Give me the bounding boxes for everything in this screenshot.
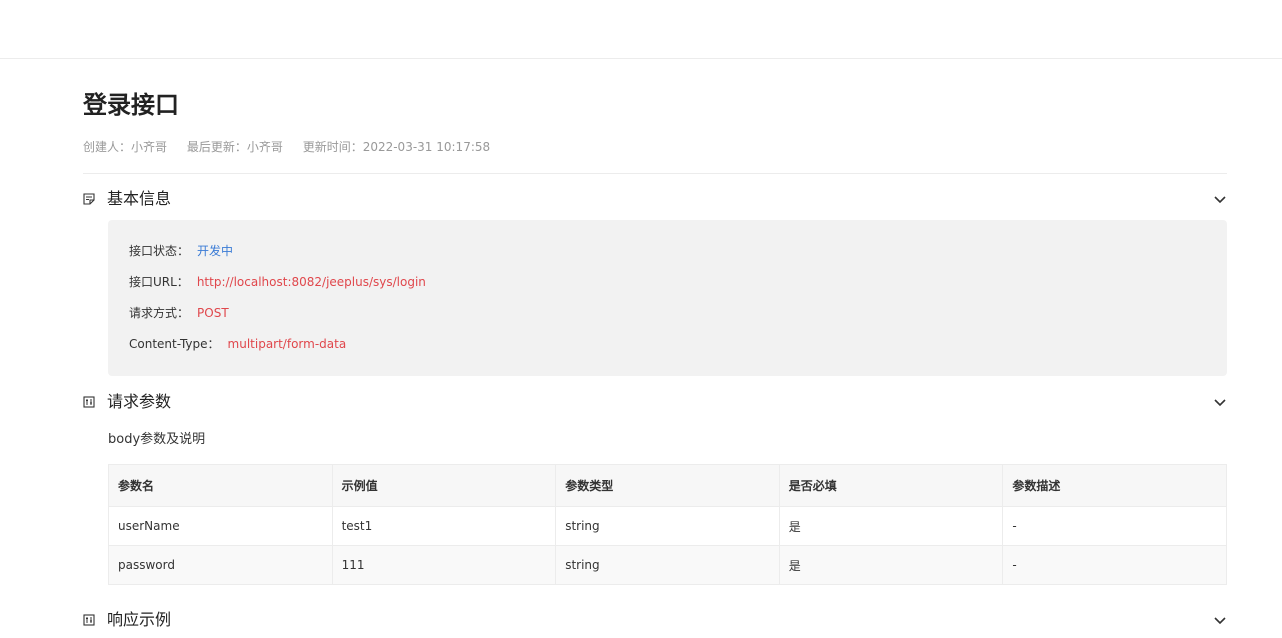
url-value: http://localhost:8082/jeeplus/sys/login — [196, 275, 426, 289]
updated-time-text: 更新时间：2022-03-31 10:17:58 — [302, 140, 491, 154]
info-label: 请求方式： — [129, 306, 190, 320]
info-label: Content-Type： — [129, 337, 220, 351]
note-icon — [83, 193, 95, 205]
table-cell: - — [1002, 545, 1227, 585]
column-header: 示例值 — [331, 464, 557, 507]
info-label: 接口状态： — [129, 244, 190, 258]
section-header-basic[interactable]: 基本信息 — [83, 187, 1227, 211]
section-header-response[interactable]: 响应示例 — [83, 608, 1227, 632]
table-cell: 是 — [778, 545, 1004, 585]
params-icon — [83, 396, 95, 408]
column-header: 是否必填 — [778, 464, 1004, 507]
table-row: userName test1 string 是 - — [108, 506, 1227, 546]
table-cell: password — [108, 545, 333, 585]
table-cell: - — [1002, 506, 1227, 546]
table-cell: test1 — [331, 506, 557, 546]
table-cell: string — [555, 506, 780, 546]
params-icon — [83, 614, 95, 626]
info-row-content-type: Content-Type： multipart/form-data — [129, 335, 346, 353]
info-row-method: 请求方式： POST — [129, 304, 229, 322]
basic-info-panel: 接口状态： 开发中 接口URL： http://localhost:8082/jee… — [108, 220, 1227, 376]
info-row-status: 接口状态： 开发中 — [129, 242, 233, 260]
section-title-response: 响应示例 — [107, 610, 172, 629]
column-header: 参数描述 — [1002, 464, 1227, 507]
chevron-down-icon[interactable] — [1213, 395, 1227, 409]
table-row: password 111 string 是 - — [108, 545, 1227, 585]
method-value: POST — [197, 306, 229, 320]
section-title-request: 请求参数 — [107, 392, 172, 411]
top-bar — [0, 0, 1282, 59]
info-label: 接口URL： — [129, 275, 189, 289]
table-cell: 111 — [331, 545, 557, 585]
creator-text: 创建人：小齐哥 — [83, 140, 168, 154]
body-params-caption: body参数及说明 — [108, 432, 206, 447]
params-table: 参数名 示例值 参数类型 是否必填 参数描述 userName test1 st… — [108, 464, 1227, 585]
page-title: 登录接口 — [83, 91, 179, 119]
chevron-down-icon[interactable] — [1213, 192, 1227, 206]
doc-meta: 创建人：小齐哥 最后更新：小齐哥 更新时间：2022-03-31 10:17:5… — [83, 138, 490, 156]
chevron-down-icon[interactable] — [1213, 613, 1227, 627]
section-header-request[interactable]: 请求参数 — [83, 390, 1227, 414]
info-row-url: 接口URL： http://localhost:8082/jeeplus/sys/… — [129, 273, 426, 291]
column-header: 参数名 — [108, 464, 333, 507]
table-cell: 是 — [778, 506, 1004, 546]
table-header-row: 参数名 示例值 参数类型 是否必填 参数描述 — [108, 464, 1227, 507]
column-header: 参数类型 — [555, 464, 780, 507]
table-cell: userName — [108, 506, 333, 546]
status-value: 开发中 — [197, 244, 234, 258]
divider — [83, 173, 1227, 174]
last-updater-text: 最后更新：小齐哥 — [186, 140, 283, 154]
table-cell: string — [555, 545, 780, 585]
content-type-value: multipart/form-data — [227, 337, 347, 351]
section-title-basic: 基本信息 — [107, 189, 172, 208]
